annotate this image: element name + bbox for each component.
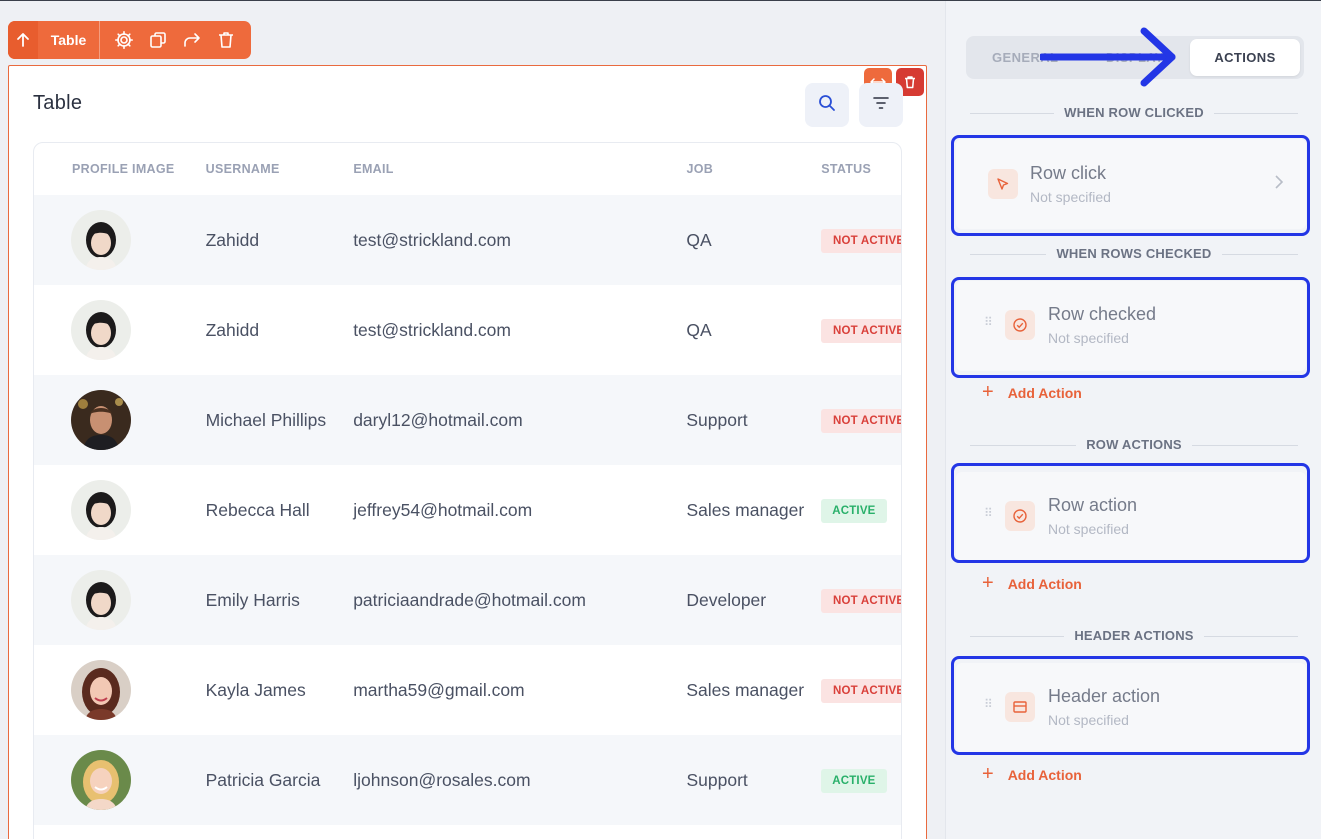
status-badge: NOT ACTIVE <box>821 678 901 703</box>
table-title: Table <box>33 92 83 114</box>
column-header-profile-image[interactable]: PROFILE IMAGE <box>34 162 206 176</box>
table-row[interactable]: Zahidd test@strickland.com QA NOT ACTIVE <box>34 195 901 285</box>
share-icon[interactable] <box>182 30 202 50</box>
column-header-username[interactable]: USERNAME <box>206 162 354 176</box>
cell-email: martha59@gmail.com <box>353 679 525 700</box>
cell-job: Support <box>686 409 748 430</box>
column-header-status[interactable]: STATUS <box>821 162 901 176</box>
cell-email: test@strickland.com <box>353 229 511 250</box>
settings-panel: GENERAL DISPLAY ACTIONS WHEN ROW CLICKED… <box>945 1 1321 839</box>
column-header-email[interactable]: EMAIL <box>353 162 686 176</box>
filter-icon <box>872 94 890 116</box>
cell-job: Sales manager <box>686 499 805 520</box>
cell-job: Sales manager <box>686 679 805 700</box>
avatar <box>71 750 131 810</box>
plus-icon: + <box>982 572 994 594</box>
search-button[interactable] <box>805 83 849 127</box>
table-row[interactable]: Rebecca Hall jeffrey54@hotmail.com Sales… <box>34 465 901 555</box>
highlight-box <box>951 656 1310 755</box>
gear-icon[interactable] <box>114 30 134 50</box>
add-action-button[interactable]: + Add Action <box>982 381 1082 404</box>
plus-icon: + <box>982 381 994 403</box>
section-title-row-clicked: WHEN ROW CLICKED <box>970 105 1298 120</box>
cell-job: QA <box>686 229 712 250</box>
table-component-frame[interactable]: Table PROFILE IMAGE USERNAME EMAIL JOB S… <box>8 65 927 839</box>
avatar <box>71 570 131 630</box>
table-row[interactable]: Zahidd test@strickland.com QA NOT ACTIVE <box>34 285 901 375</box>
cell-email: jeffrey54@hotmail.com <box>353 499 533 520</box>
component-name-label: Table <box>38 21 100 59</box>
cell-email: ljohnson@rosales.com <box>353 769 531 790</box>
cell-email: patriciaandrade@hotmail.com <box>353 589 586 610</box>
editor-canvas: Table Table PROFILE IMAGE USERNAME EMAIL… <box>0 1 945 839</box>
table-row[interactable]: Michael Phillips daryl12@hotmail.com Sup… <box>34 375 901 465</box>
annotation-arrow-icon <box>1038 27 1180 91</box>
add-action-button[interactable]: + Add Action <box>982 572 1082 595</box>
cell-username: Zahidd <box>205 319 260 340</box>
table-row[interactable]: Emily Harris patriciaandrade@hotmail.com… <box>34 555 901 645</box>
plus-icon: + <box>982 763 994 785</box>
avatar <box>71 210 131 270</box>
section-title-row-actions: ROW ACTIONS <box>970 437 1298 452</box>
cell-username: Michael Phillips <box>205 409 327 430</box>
avatar <box>71 300 131 360</box>
status-badge: NOT ACTIVE <box>821 588 901 613</box>
cell-job: Developer <box>686 589 767 610</box>
cell-username: Patricia Garcia <box>205 769 321 790</box>
column-header-job[interactable]: JOB <box>687 162 822 176</box>
component-toolbar: Table <box>8 21 251 59</box>
filter-button[interactable] <box>859 83 903 127</box>
table-row[interactable]: Patricia Garcia ljohnson@rosales.com Sup… <box>34 735 901 825</box>
avatar <box>71 660 131 720</box>
tab-actions[interactable]: ACTIONS <box>1190 39 1300 76</box>
data-table: PROFILE IMAGE USERNAME EMAIL JOB STATUS … <box>33 142 902 839</box>
section-title-rows-checked: WHEN ROWS CHECKED <box>970 246 1298 261</box>
arrow-up-icon[interactable] <box>8 21 38 59</box>
cell-job: QA <box>686 319 712 340</box>
trash-icon[interactable] <box>216 30 236 50</box>
highlight-box <box>951 463 1310 563</box>
highlight-box <box>951 135 1310 236</box>
copy-icon[interactable] <box>148 30 168 50</box>
search-icon <box>818 94 836 116</box>
avatar <box>71 390 131 450</box>
cell-username: Zahidd <box>205 229 260 250</box>
cell-email: test@strickland.com <box>353 319 511 340</box>
highlight-box <box>951 277 1310 378</box>
cell-username: Rebecca Hall <box>205 499 310 520</box>
section-title-header-actions: HEADER ACTIONS <box>970 628 1298 643</box>
avatar <box>71 480 131 540</box>
status-badge: NOT ACTIVE <box>821 228 901 253</box>
table-header: PROFILE IMAGE USERNAME EMAIL JOB STATUS <box>34 143 901 195</box>
table-row[interactable]: Kayla James martha59@gmail.com Sales man… <box>34 645 901 735</box>
cell-email: daryl12@hotmail.com <box>353 409 523 430</box>
status-badge: NOT ACTIVE <box>821 318 901 343</box>
status-badge: ACTIVE <box>821 768 887 793</box>
status-badge: NOT ACTIVE <box>821 408 901 433</box>
status-badge: ACTIVE <box>821 498 887 523</box>
cell-job: Support <box>686 769 748 790</box>
cell-username: Kayla James <box>205 679 306 700</box>
cell-username: Emily Harris <box>205 589 300 610</box>
add-action-button[interactable]: + Add Action <box>982 763 1082 786</box>
